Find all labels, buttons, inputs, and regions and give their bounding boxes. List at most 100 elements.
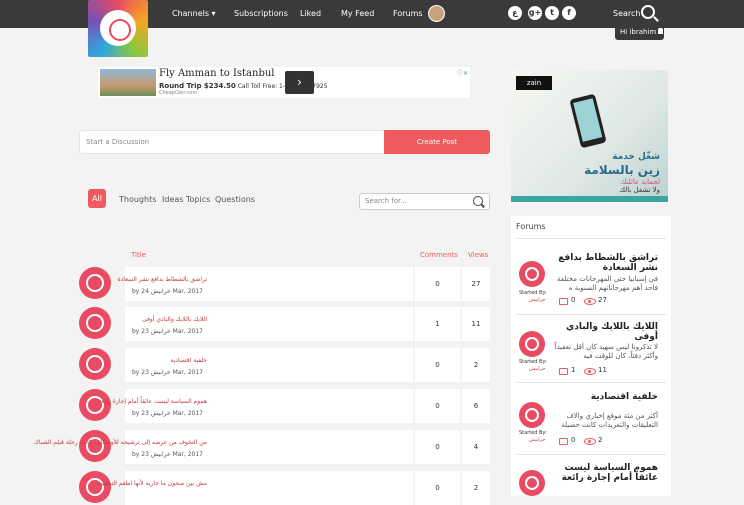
zain-ad-banner[interactable]: zain شغّل خدمة زين بالسلامة لحماية عائلت… — [511, 70, 668, 202]
comments-count: 0 — [415, 471, 460, 505]
topic-link[interactable]: خلفية اقتصادية — [170, 357, 207, 364]
facebook-icon[interactable]: f — [562, 6, 576, 20]
nav-channels[interactable]: Channels ▾ — [172, 9, 216, 18]
forum-views-count: 11 — [598, 366, 607, 374]
comments-count: 0 — [415, 348, 460, 382]
title-cell: اللايك باللايك والبادي أوفى by خرابيش 23… — [125, 307, 413, 341]
forum-author[interactable]: خرابيش — [529, 437, 546, 443]
filter-thoughts[interactable]: Thoughts — [119, 195, 156, 204]
user-icon — [658, 28, 664, 34]
forum-author[interactable]: خرابيش — [529, 366, 546, 372]
user-avatar[interactable] — [428, 5, 445, 22]
comments-count: 0 — [415, 430, 460, 464]
comment-icon — [559, 368, 568, 375]
banner-line-4: ولا تشغل بالك — [619, 186, 660, 194]
nav-forums[interactable]: Forums — [393, 9, 423, 18]
twitter-icon[interactable]: t — [545, 6, 559, 20]
ad-close-icon[interactable]: ⓘ✕ — [457, 68, 468, 77]
topic-meta: by خرابيش 23 Mar, 2017 — [132, 369, 203, 376]
comment-icon — [559, 438, 568, 445]
search-icon[interactable] — [641, 5, 655, 19]
views-count: 11 — [462, 307, 490, 341]
google-plus-icon[interactable]: g+ — [528, 6, 542, 20]
topic-link[interactable]: اللايك باللايك والبادي أوفى — [142, 316, 207, 323]
banner-footer-bar — [511, 196, 668, 202]
eye-icon — [584, 368, 596, 375]
views-count: 2 — [462, 348, 490, 382]
nav-subscriptions[interactable]: Subscriptions — [234, 9, 288, 18]
forum-description: لا تذكرونا ليس سهيد كان أقل تعقيداً وأكث… — [554, 343, 658, 360]
topic-meta: by خرابيش 23 Mar, 2017 — [132, 328, 203, 335]
eye-icon — [584, 298, 596, 305]
ad-source: CheapOair.com — [159, 90, 198, 96]
column-comments[interactable]: Comments — [420, 251, 458, 259]
topic-search-placeholder: Search for... — [365, 197, 407, 205]
nav-my-feed[interactable]: My Feed — [341, 9, 374, 18]
title-cell: تراشق بالشطاط بدافع نشر السعادة by خرابي… — [117, 267, 413, 301]
banner-line-3: لحماية عائلتك — [620, 178, 660, 186]
site-logo[interactable] — [88, 0, 148, 57]
ad-phone: Call Toll Free: 1-888-516-7925 — [237, 83, 328, 90]
column-title[interactable]: Title — [131, 251, 146, 259]
create-post-button[interactable]: Create Post — [384, 130, 490, 154]
ad-arrow-button[interactable]: › — [285, 71, 314, 94]
forum-author-avatar — [519, 261, 545, 287]
forums-heading: Forums — [516, 222, 546, 231]
author-avatar — [79, 471, 111, 503]
topic-meta: by خرابيش 23 Mar, 2017 — [132, 451, 203, 458]
forum-title[interactable]: هموم السياسة ليست عائقاً أمام إجازة رائع… — [548, 463, 658, 483]
forum-title[interactable]: تراشق بالشطاط بدافع نشر السعادة — [548, 253, 658, 273]
filter-all[interactable]: All — [88, 189, 106, 208]
ad-price-amount: Round Trip $234.50 — [159, 82, 236, 90]
topic-meta: by خرابيش 24 Mar, 2017 — [132, 288, 203, 295]
search-icon[interactable] — [473, 196, 483, 206]
forum-title[interactable]: خلفية اقتصادية — [548, 392, 658, 402]
forum-title[interactable]: اللايك باللايك والبادي أوفى — [548, 322, 658, 342]
ad-banner[interactable]: Fly Amman to Istanbul Round Trip $234.50… — [98, 67, 470, 98]
forums-panel: Forums تراشق بالشطاط بدافع نشر السعادة ف… — [511, 216, 671, 496]
logo-emblem-icon — [100, 10, 136, 46]
divider — [516, 454, 666, 455]
forum-comments-count: 0 — [571, 436, 576, 444]
forum-author[interactable]: خرابيش — [529, 297, 546, 303]
author-avatar — [79, 267, 111, 299]
author-avatar — [79, 348, 111, 380]
forum-views-count: 2 — [598, 436, 603, 444]
zain-logo: zain — [516, 76, 552, 90]
topic-link[interactable]: تراشق بالشطاط بدافع نشر السعادة — [117, 276, 207, 283]
forum-description: في إسبانيا حتى المهرجانات مختلفة فاحد أه… — [557, 275, 658, 292]
topic-link[interactable]: هموم السياسة ليست عائقاً أمام إجازة رائع… — [99, 398, 207, 405]
topic-search-input[interactable]: Search for... — [359, 193, 490, 210]
search-label[interactable]: Search — [613, 9, 640, 18]
topic-meta: by خرابيش 23 Mar, 2017 — [132, 410, 203, 417]
filter-ideas-topics[interactable]: Ideas Topics — [162, 195, 210, 204]
ad-title: Fly Amman to Istanbul — [159, 68, 275, 79]
divider — [516, 314, 666, 315]
comments-count: 0 — [415, 267, 460, 301]
comments-count: 1 — [415, 307, 460, 341]
author-avatar — [79, 430, 111, 462]
column-views[interactable]: Views — [468, 251, 488, 259]
filter-questions[interactable]: Questions — [215, 195, 255, 204]
divider — [516, 382, 666, 383]
nav-liked[interactable]: Liked — [300, 9, 321, 18]
title-cell: من التخوف من عرضه إلى ترشيحه للأوسكار.. … — [34, 430, 413, 464]
banner-line-2: زين بالسلامة — [584, 163, 660, 177]
forum-author-avatar — [519, 470, 545, 496]
user-greeting[interactable]: Hi ibrahim — [615, 25, 664, 40]
title-cell: خلفية اقتصادية by خرابيش 23 Mar, 2017 — [125, 348, 413, 382]
views-count: 4 — [462, 430, 490, 464]
forum-comments-count: 1 — [571, 366, 576, 374]
views-count: 2 — [462, 471, 490, 505]
started-by-label: Started By: — [519, 359, 547, 365]
topic-link[interactable]: مش بين صحون ما جارية لأنها اطعم التحميب — [97, 480, 207, 487]
started-by-label: Started By: — [519, 430, 547, 436]
topic-link[interactable]: من التخوف من عرضه إلى ترشيحه للأوسكار.. … — [34, 439, 207, 446]
ad-image — [100, 69, 156, 96]
comment-icon — [559, 298, 568, 305]
arabic-social-icon[interactable]: ع — [508, 6, 522, 20]
forum-views-count: 27 — [598, 296, 607, 304]
start-discussion-input[interactable]: Start a Discussion — [79, 130, 387, 154]
phone-image — [569, 93, 607, 149]
author-avatar — [79, 389, 111, 421]
